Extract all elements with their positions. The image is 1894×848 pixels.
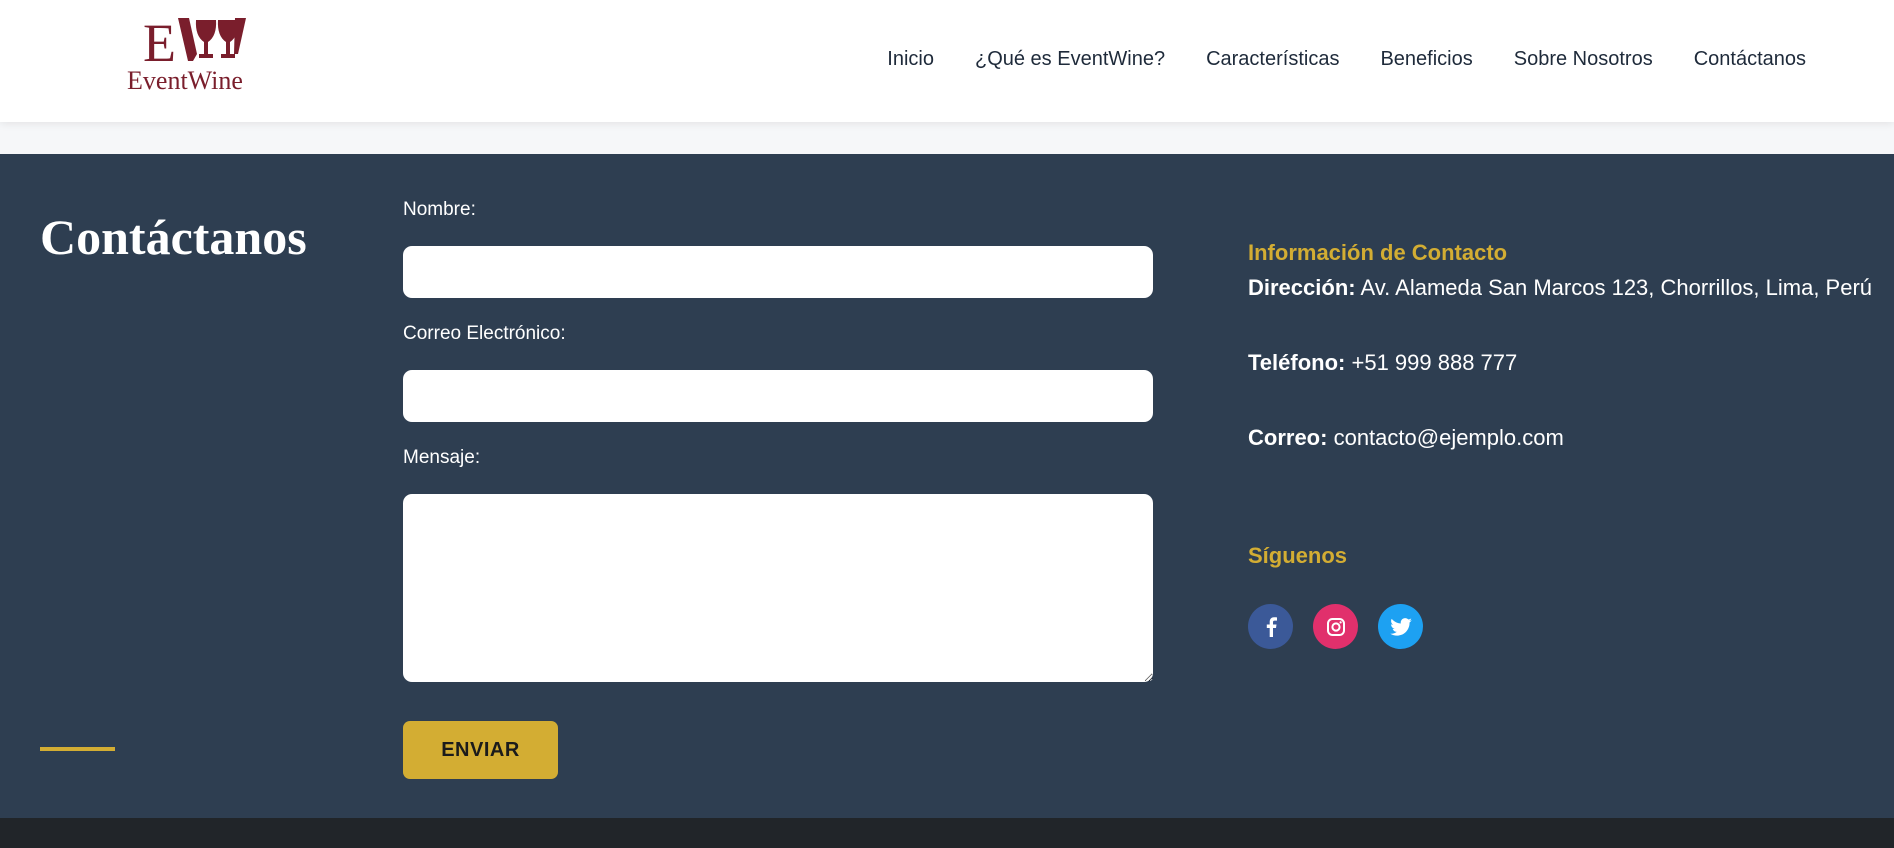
name-input[interactable]	[403, 246, 1153, 298]
name-label: Nombre:	[403, 199, 476, 220]
social-links	[1248, 604, 1423, 649]
message-textarea[interactable]	[403, 494, 1153, 682]
logo-wordmark: EventWine	[127, 66, 243, 95]
contact-title: Contáctanos	[40, 209, 307, 265]
ew-monogram-icon: E	[143, 14, 246, 66]
address-value: Av. Alameda San Marcos 123, Chorrillos, …	[1360, 275, 1873, 300]
address-line: Dirección: Av. Alameda San Marcos 123, C…	[1248, 275, 1872, 301]
twitter-link[interactable]	[1378, 604, 1423, 649]
phone-value: +51 999 888 777	[1351, 350, 1518, 375]
nav-item-contactanos[interactable]: Contáctanos	[1694, 48, 1806, 71]
message-label: Mensaje:	[403, 447, 481, 468]
facebook-icon	[1266, 616, 1277, 637]
email-input[interactable]	[403, 370, 1153, 422]
nav-item-caracteristicas[interactable]: Características	[1206, 48, 1339, 71]
instagram-link[interactable]	[1313, 604, 1358, 649]
address-label: Dirección:	[1248, 275, 1356, 300]
instagram-icon	[1326, 617, 1345, 636]
nav-item-inicio[interactable]: Inicio	[887, 48, 934, 71]
nav-item-beneficios[interactable]: Beneficios	[1380, 48, 1472, 71]
send-button[interactable]: ENVIAR	[403, 721, 558, 779]
twitter-icon	[1389, 617, 1412, 636]
footer-bar	[0, 818, 1894, 848]
nav-item-sobre-nosotros[interactable]: Sobre Nosotros	[1514, 48, 1653, 71]
contact-info-heading: Información de Contacto	[1248, 240, 1508, 265]
main-nav: Inicio ¿Qué es EventWine? Característica…	[887, 48, 1806, 71]
eventwine-logo[interactable]: E EventWine	[122, 14, 248, 95]
site-header: E EventWine Inicio ¿Qué es EventWine? Ca…	[0, 0, 1894, 122]
email-line: Correo: contacto@ejemplo.com	[1248, 425, 1564, 451]
email-info-label: Correo:	[1248, 425, 1328, 450]
contact-section: Contáctanos Nombre: Correo Electrónico: …	[0, 154, 1894, 818]
phone-label: Teléfono:	[1248, 350, 1346, 375]
email-info-value: contacto@ejemplo.com	[1333, 425, 1564, 450]
email-label: Correo Electrónico:	[403, 323, 566, 344]
svg-text:E: E	[143, 14, 176, 66]
title-accent-line	[40, 747, 115, 751]
facebook-link[interactable]	[1248, 604, 1293, 649]
phone-line: Teléfono: +51 999 888 777	[1248, 350, 1517, 376]
nav-item-que-es[interactable]: ¿Qué es EventWine?	[975, 48, 1165, 71]
follow-heading: Síguenos	[1248, 543, 1348, 568]
